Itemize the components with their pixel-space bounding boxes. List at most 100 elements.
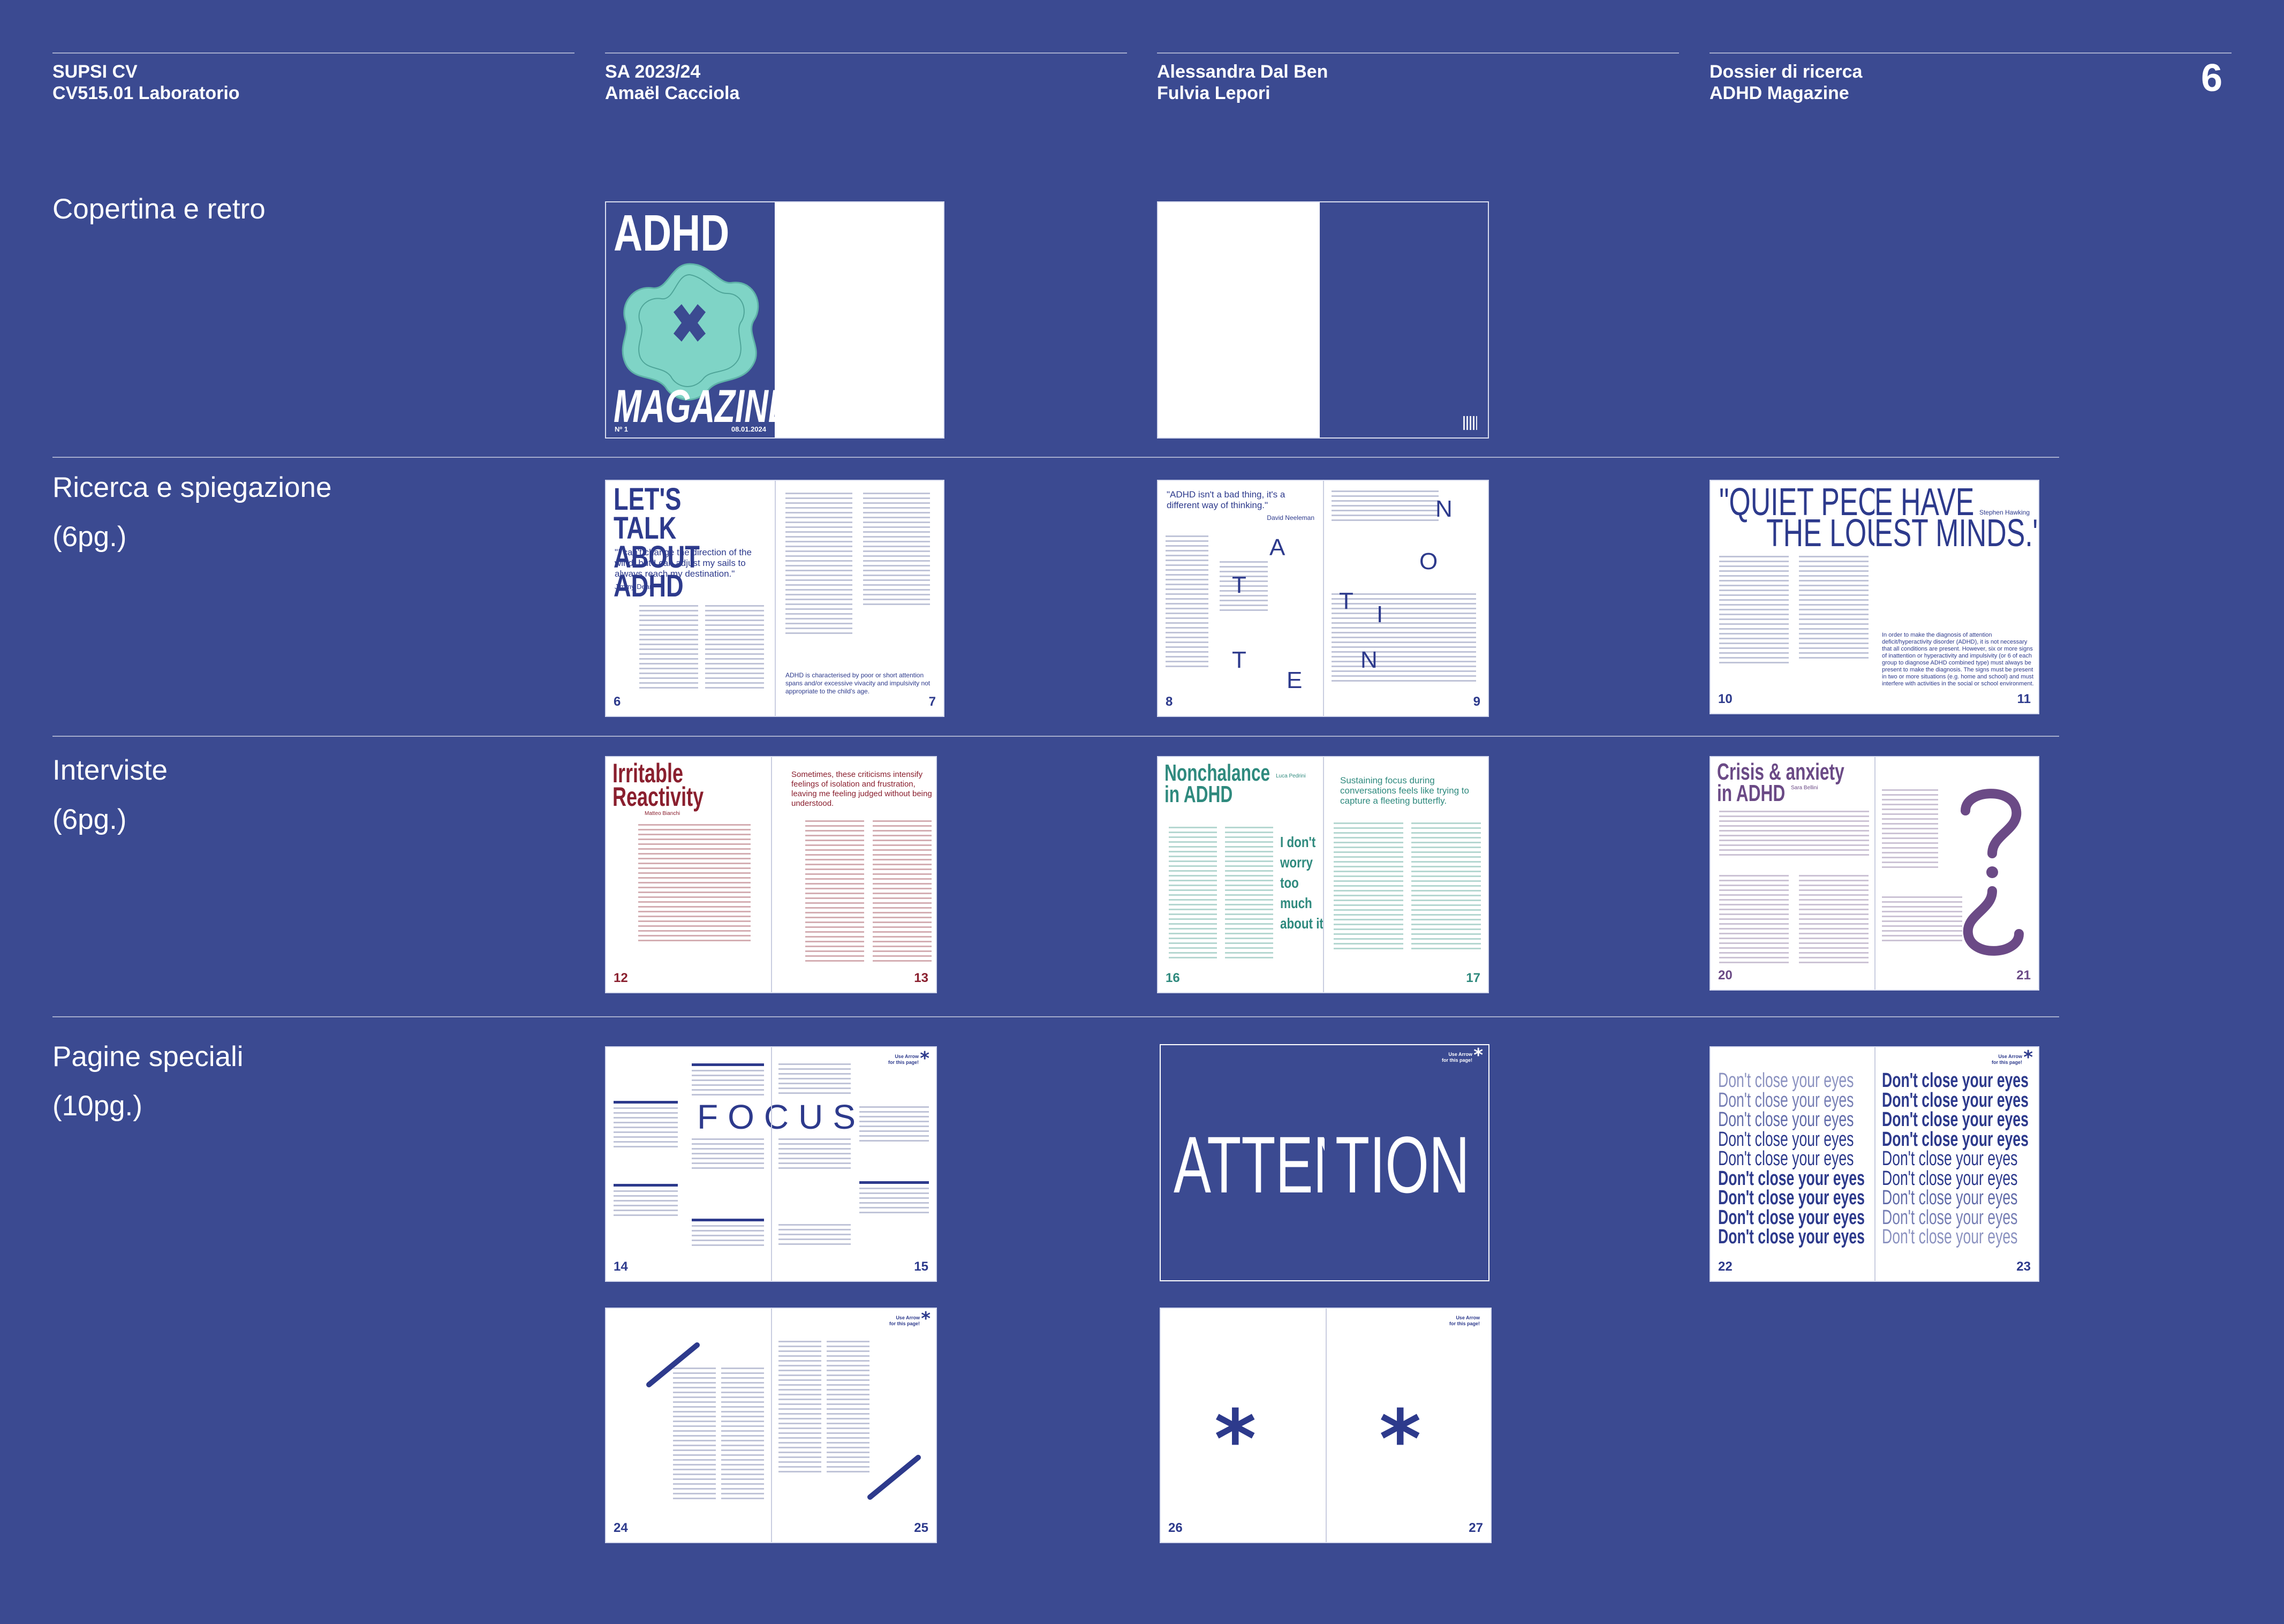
cover-title: ADHD bbox=[614, 205, 730, 262]
asterisk-page-26: * 26 bbox=[1161, 1309, 1326, 1542]
page-number-left: 10 bbox=[1718, 692, 1733, 706]
interview2-pull-quote: Sustaining focus during conversations fe… bbox=[1340, 775, 1469, 806]
page-number-right: 9 bbox=[1473, 694, 1480, 709]
eyes-page-22: Don't close your eyes Don't close your e… bbox=[1711, 1047, 1874, 1281]
asterisk-icon: * bbox=[1473, 1045, 1483, 1066]
special-spread-slash: 24 Use Arrow for this page! * 25 bbox=[605, 1308, 937, 1543]
use-arrow-label: Use Arrow bbox=[896, 1315, 920, 1320]
eyes-line: Don't close your eyes bbox=[1882, 1167, 2018, 1190]
body-text-lines bbox=[705, 605, 764, 692]
body-text-lines bbox=[721, 1368, 764, 1502]
page-number-left: 26 bbox=[1168, 1521, 1183, 1535]
course-name: SUPSI CV bbox=[52, 62, 138, 82]
header-semester: SA 2023/24 Amaël Cacciola bbox=[605, 61, 739, 104]
cover-front-spread: ADHD MAGAZINE Nº 1 08.01.2024 bbox=[605, 201, 944, 439]
eyes-line: Don't close your eyes bbox=[1718, 1187, 1865, 1209]
section-research: Ricerca e spiegazione (6pg.) bbox=[52, 463, 331, 562]
body-text-lines bbox=[1719, 875, 1789, 966]
page-number-left: 22 bbox=[1718, 1259, 1733, 1274]
interview-spread-20-21: Crisis & anxiety in ADHD Sara Bellini 20… bbox=[1710, 756, 2039, 991]
attention-page-left: ATTEN bbox=[1161, 1045, 1325, 1280]
eyes-line: Don't close your eyes bbox=[1718, 1108, 1854, 1131]
back-qr-icon bbox=[1463, 416, 1477, 430]
body-text-lines bbox=[778, 1063, 851, 1097]
research-title-line1: LET'S TALK bbox=[614, 482, 682, 546]
big-asterisk-icon: * bbox=[1214, 1393, 1257, 1486]
header-authors: Alessandra Dal Ben Fulvia Lepori bbox=[1157, 61, 1328, 104]
question-mark-graphic bbox=[1961, 789, 2024, 956]
loud-title-left: THE LOUD bbox=[1766, 512, 1874, 555]
research3-caption: In order to make the diagnosis of attent… bbox=[1882, 632, 2034, 687]
eyes-line: Don't close your eyes bbox=[1882, 1089, 2029, 1112]
use-arrow-sub: for this page! bbox=[1449, 1321, 1480, 1326]
body-text-lines bbox=[785, 493, 852, 637]
loud-title-right: EST MINDS." bbox=[1874, 512, 2038, 555]
slash-graphic-right bbox=[867, 1455, 921, 1500]
section-title: Copertina e retro bbox=[52, 193, 266, 225]
page-number-right: 7 bbox=[928, 694, 936, 709]
course-code: CV515.01 Laboratorio bbox=[52, 83, 240, 103]
section-count: (10pg.) bbox=[52, 1090, 142, 1122]
letter-t3: T bbox=[1339, 588, 1353, 614]
author-1: Alessandra Dal Ben bbox=[1157, 62, 1328, 82]
page-number-left: 24 bbox=[614, 1521, 628, 1535]
special-spread-focus: 14 FOCUS Use Arrow for this page! * 15 bbox=[605, 1046, 937, 1282]
use-arrow-label: Use Arrow bbox=[1448, 1052, 1472, 1057]
page-number-right: 15 bbox=[914, 1259, 928, 1274]
row-divider-2 bbox=[52, 736, 2059, 737]
eyes-stack-left: Don't close your eyes Don't close your e… bbox=[1718, 1070, 1865, 1248]
section-interviews: Interviste (6pg.) bbox=[52, 746, 168, 844]
page-number-right: 17 bbox=[1466, 971, 1480, 985]
body-text-lines bbox=[1719, 556, 1789, 667]
author-2: Fulvia Lepori bbox=[1157, 83, 1270, 103]
interview3-title-line2: in ADHD bbox=[1717, 780, 1786, 806]
research-quote: "I can't change the direction of the win… bbox=[615, 547, 752, 579]
research2-quote-author: David Neeleman bbox=[1267, 514, 1314, 522]
body-text-lines bbox=[692, 1225, 764, 1249]
research-page-9: N T I O N 9 bbox=[1323, 481, 1488, 716]
page-number-right: 25 bbox=[914, 1521, 928, 1535]
cover-inside-page bbox=[775, 202, 943, 437]
body-text-lines bbox=[873, 820, 932, 965]
body-text-lines bbox=[1334, 822, 1403, 953]
attention-word-right: TION bbox=[1335, 1120, 1470, 1210]
section-cover: Copertina e retro bbox=[52, 185, 266, 234]
body-text-lines bbox=[638, 824, 751, 945]
interview-page-21: 21 bbox=[1874, 757, 2038, 989]
interview-page-13: Sometimes, these criticisms intensify fe… bbox=[771, 757, 936, 992]
eyes-line: Don't close your eyes bbox=[1718, 1226, 1865, 1248]
focus-page-15: Use Arrow for this page! * 15 bbox=[771, 1047, 936, 1281]
body-text-lines bbox=[1169, 827, 1217, 962]
letter-e: E bbox=[1287, 667, 1303, 693]
page-number-left: 6 bbox=[614, 694, 621, 709]
eyes-line: Don't close your eyes bbox=[1882, 1108, 2029, 1131]
body-text-lines bbox=[692, 1070, 764, 1099]
page-number-left: 16 bbox=[1166, 971, 1180, 985]
cover-back-spread bbox=[1157, 201, 1489, 439]
body-text-lines bbox=[1225, 827, 1273, 962]
letter-n1: N bbox=[1435, 496, 1453, 522]
use-arrow-sub: for this page! bbox=[889, 1321, 920, 1326]
semester: SA 2023/24 bbox=[605, 62, 701, 82]
body-text-lines bbox=[1166, 535, 1208, 670]
interview2-byline: Luca Pedrini bbox=[1276, 773, 1306, 779]
header-rule-3 bbox=[1157, 52, 1679, 54]
body-text-lines bbox=[863, 493, 930, 608]
page-number-left: 12 bbox=[614, 971, 628, 985]
slash-page-25: Use Arrow for this page! * 25 bbox=[771, 1309, 936, 1542]
use-arrow-sub: for this page! bbox=[1441, 1058, 1472, 1063]
use-arrow-label: Use Arrow bbox=[1998, 1054, 2022, 1059]
interview1-title-line2: Reactivity bbox=[612, 782, 704, 812]
section-count: (6pg.) bbox=[52, 804, 127, 835]
header-rule-2 bbox=[605, 52, 1127, 54]
interview1-byline: Matteo Bianchi bbox=[645, 811, 680, 817]
eyes-line: Don't close your eyes bbox=[1882, 1147, 2018, 1170]
attention-word-left: ATTEN bbox=[1174, 1120, 1325, 1210]
research-spread-10-11: "QUIET PEOPL THE LOUD 10 E HAVE EST MIND… bbox=[1710, 480, 2039, 714]
body-text-lines bbox=[1411, 822, 1481, 953]
header-rule-1 bbox=[52, 52, 574, 54]
use-arrow-label: Use Arrow bbox=[895, 1054, 919, 1059]
use-arrow-sub: for this page! bbox=[1991, 1060, 2022, 1065]
section-title: Pagine speciali bbox=[52, 1041, 244, 1072]
research-page-8: "ADHD isn't a bad thing, it's a differen… bbox=[1158, 481, 1323, 716]
